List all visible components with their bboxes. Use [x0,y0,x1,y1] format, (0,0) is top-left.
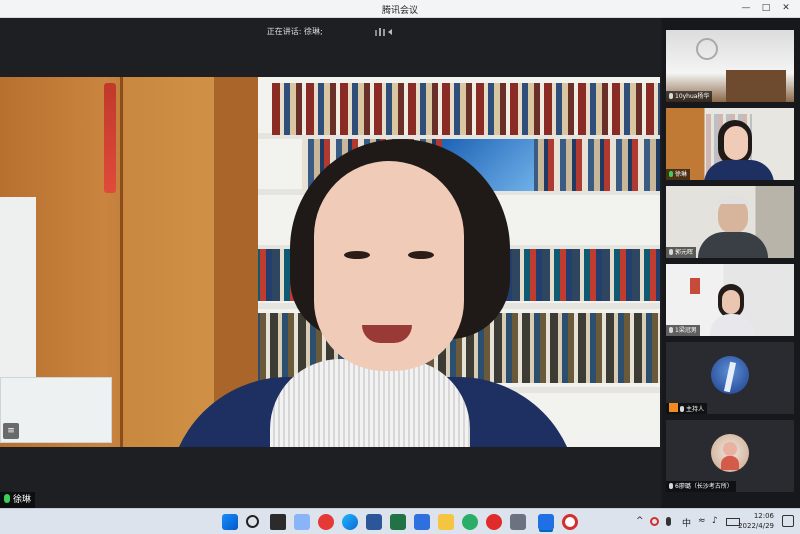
system-clock[interactable]: 12:06 2022/4/29 [734,511,774,531]
participant-avatar [711,356,749,394]
mic-active-icon [669,171,673,177]
tray-record-icon[interactable] [650,517,659,526]
app-red-icon[interactable] [318,514,334,530]
todo-icon[interactable] [414,514,430,530]
window-title: 腾讯会议 [381,6,418,16]
speaking-indicator: 正在讲话: 徐琳; [0,26,660,37]
participant-name-tag: 主持人 [666,403,708,414]
participant-tile[interactable]: 徐琳 [666,108,794,180]
wechat-icon[interactable] [462,514,478,530]
participant-tile[interactable]: 主持人 [666,342,794,414]
video-menu-icon[interactable]: ≡ [3,423,19,439]
windows-taskbar: ^ 中 ≈ ♪ 12:06 2022/4/29 [0,508,800,534]
participant-name-tag: 1梁冠男 [666,325,700,336]
main-speaker-nameplate: 徐琳 [0,492,36,508]
record-icon[interactable] [562,514,578,530]
wifi-icon[interactable]: ≈ [698,516,706,526]
main-speaker-name: 徐琳 [13,495,32,505]
participant-name-tag: 6廖璐（长沙考古所） [666,481,736,492]
participant-name-tag: 徐琳 [666,169,691,180]
participant-tile[interactable]: 6廖璐（长沙考古所） [666,420,794,492]
mic-icon [669,327,673,333]
mic-icon [669,249,673,255]
tencent-meeting-icon[interactable] [538,514,554,530]
files-icon[interactable] [438,514,454,530]
task-view-icon[interactable] [270,514,286,530]
input-method-indicator[interactable]: 中 [682,516,691,529]
word-icon[interactable] [366,514,382,530]
mic-icon [669,483,673,489]
window-title-bar: 腾讯会议 — □ ✕ [0,0,800,18]
main-video[interactable]: ≡ [0,77,660,447]
search-icon[interactable] [246,515,259,528]
maximize-icon[interactable]: □ [760,2,772,14]
mic-icon [669,93,673,99]
volume-icon[interactable]: ♪ [712,516,718,526]
edge-browser-icon[interactable] [342,514,358,530]
excel-icon[interactable] [390,514,406,530]
microphone-icon[interactable] [666,517,671,526]
tray-overflow-icon[interactable]: ^ [636,516,644,526]
speaking-wave-icon [375,27,393,36]
participant-tile[interactable]: 1梁冠男 [666,264,794,336]
netease-music-icon[interactable] [486,514,502,530]
clock-time: 12:06 [753,512,774,520]
windows-start-icon[interactable] [222,514,238,530]
widgets-icon[interactable] [294,514,310,530]
host-badge-icon [669,403,678,412]
participant-avatar [711,434,749,472]
minimize-icon[interactable]: — [740,2,752,14]
close-icon[interactable]: ✕ [780,2,792,14]
participant-name-tag: 10yhua杨华 [666,91,713,102]
participant-sidebar: 10yhua杨华 徐琳 郭元晖 1梁冠男 主持人 6廖璐（长沙考古所） [662,18,800,508]
mic-icon [680,406,684,412]
clock-date: 2022/4/29 [738,522,774,530]
notification-icon[interactable] [782,515,794,527]
participant-tile[interactable]: 郭元晖 [666,186,794,258]
speaking-label: 正在讲话: 徐琳; [266,27,323,36]
main-stage: 正在讲话: 徐琳; ≡ 徐琳 [0,18,660,508]
calculator-icon[interactable] [510,514,526,530]
participant-name-tag: 郭元晖 [666,247,697,258]
participant-tile[interactable]: 10yhua杨华 [666,30,794,102]
mic-active-icon [4,494,10,503]
red-tassel-ornament [104,83,116,193]
